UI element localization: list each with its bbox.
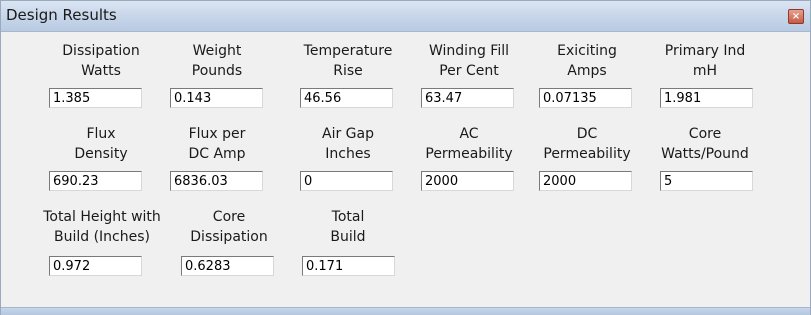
- label-total-height-with-build: Total Height with Build (Inches): [43, 209, 161, 245]
- label-exiciting-amps: Exiciting Amps: [557, 43, 617, 79]
- input-dc-permeability[interactable]: [539, 171, 632, 191]
- label-flux-density: Flux Density: [74, 126, 128, 162]
- input-core-dissipation[interactable]: [181, 256, 274, 276]
- input-temperature-rise[interactable]: [300, 88, 393, 108]
- label-primary-ind-mh: Primary Ind mH: [664, 43, 746, 79]
- close-icon: ×: [791, 11, 801, 22]
- input-flux-density[interactable]: [49, 171, 142, 191]
- input-ac-permeability[interactable]: [421, 171, 514, 191]
- input-exiciting-amps[interactable]: [539, 88, 632, 108]
- label-core-dissipation: Core Dissipation: [190, 209, 268, 245]
- label-winding-fill-per-cent: Winding Fill Per Cent: [429, 43, 509, 79]
- input-air-gap-inches[interactable]: [300, 171, 393, 191]
- input-winding-fill-per-cent[interactable]: [421, 88, 514, 108]
- label-total-build: Total Build: [330, 209, 366, 245]
- label-temperature-rise: Temperature Rise: [303, 43, 393, 79]
- close-button[interactable]: ×: [788, 9, 804, 24]
- input-dissipation-watts[interactable]: [49, 88, 142, 108]
- label-core-watts-pound: Core Watts/Pound: [661, 126, 749, 162]
- input-total-height-with-build[interactable]: [49, 256, 142, 276]
- input-total-build[interactable]: [302, 256, 395, 276]
- window-bottom-border: [1, 307, 810, 315]
- results-panel: Dissipation Watts Weight Pounds Temperat…: [1, 32, 810, 307]
- label-air-gap-inches: Air Gap Inches: [322, 126, 374, 162]
- input-core-watts-pound[interactable]: [660, 171, 753, 191]
- label-ac-permeability: AC Permeability: [425, 126, 513, 162]
- window-title: Design Results: [6, 6, 117, 24]
- label-dissipation-watts: Dissipation Watts: [62, 43, 140, 79]
- label-dc-permeability: DC Permeability: [543, 126, 631, 162]
- input-weight-pounds[interactable]: [170, 88, 263, 108]
- design-results-window: Design Results × Dissipation Watts Weigh…: [0, 0, 811, 315]
- label-weight-pounds: Weight Pounds: [191, 43, 243, 79]
- label-flux-per-dc-amp: Flux per DC Amp: [188, 126, 246, 162]
- input-primary-ind-mh[interactable]: [660, 88, 753, 108]
- title-bar[interactable]: Design Results ×: [1, 1, 810, 32]
- input-flux-per-dc-amp[interactable]: [170, 171, 263, 191]
